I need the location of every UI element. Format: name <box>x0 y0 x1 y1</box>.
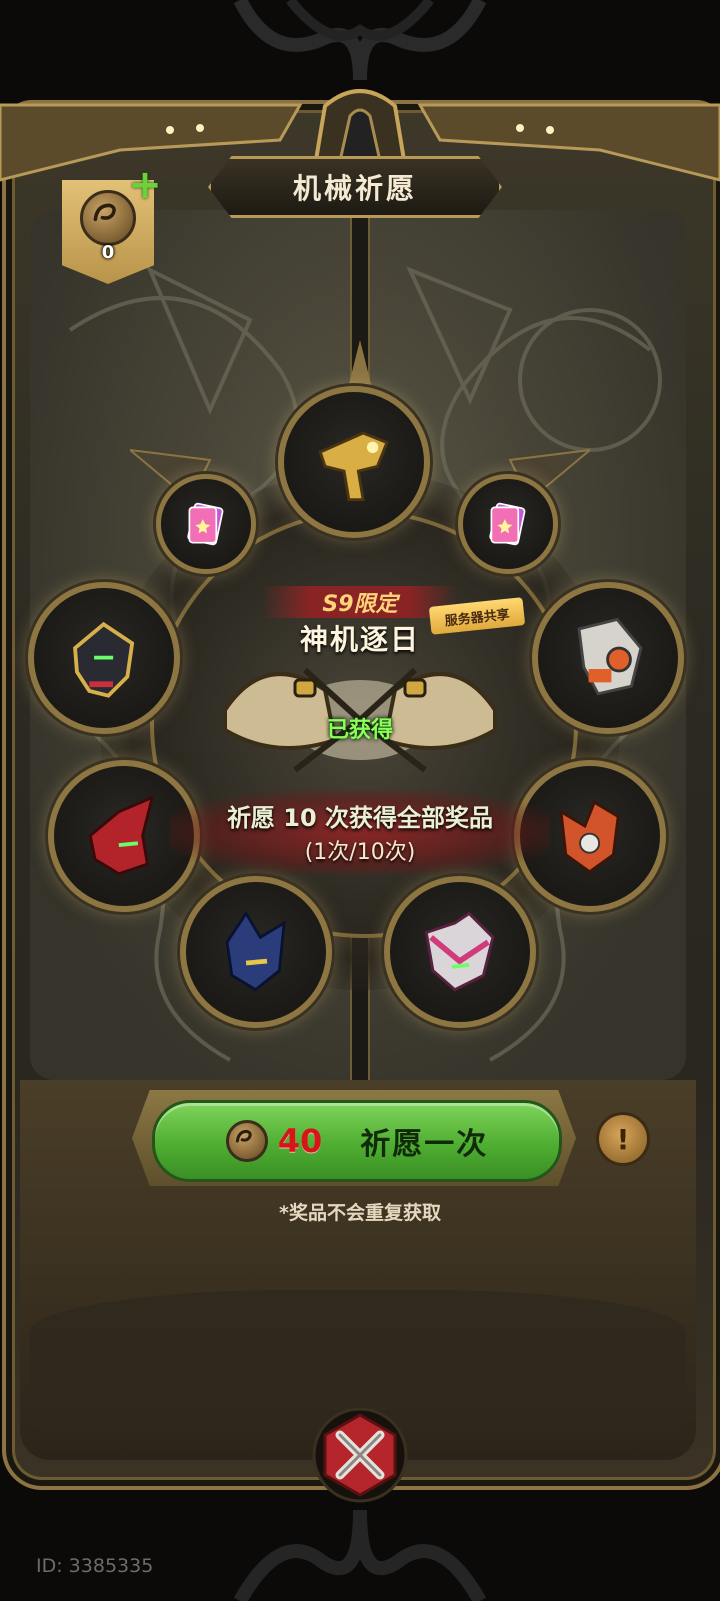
blue-mech-icon <box>225 911 287 992</box>
pray-once-button[interactable]: 40 祈愿一次 <box>152 1100 562 1182</box>
info-button[interactable]: ! <box>596 1112 650 1166</box>
reward-slot-upper-left[interactable] <box>156 474 256 574</box>
black-gold-mech-icon <box>73 622 135 699</box>
server-shared-label: 服务器共享 <box>444 607 511 629</box>
ticket-icon <box>489 502 526 546</box>
ticket-icon <box>187 502 224 546</box>
reward-slot-bottom-right[interactable] <box>384 876 536 1028</box>
pray-cost: 40 <box>277 1122 323 1160</box>
limited-badge-label: S9限定 <box>322 592 398 617</box>
no-duplicate-note: *奖品不会重复获取 <box>279 1202 441 1224</box>
obtained-label: 已获得 <box>326 718 393 743</box>
red-mech-icon <box>89 795 155 876</box>
plus-icon[interactable]: + <box>128 165 162 205</box>
progress-count: (1次/10次) <box>304 840 416 865</box>
pray-button-label: 祈愿一次 <box>360 1127 489 1162</box>
reward-slot-right[interactable] <box>532 582 684 734</box>
gold-mech-icon <box>318 431 390 502</box>
pink-mech-icon <box>425 912 495 992</box>
page-title: 机械祈愿 <box>292 172 417 205</box>
title-plate: 机械祈愿 <box>208 156 502 218</box>
player-id: ID: 3385335 <box>36 1555 154 1577</box>
reward-slot-left[interactable] <box>28 582 180 734</box>
progress-description: 祈愿 10 次获得全部奖品 <box>226 804 494 832</box>
close-button[interactable] <box>310 1405 410 1505</box>
reward-slot-upper-right[interactable] <box>458 474 558 574</box>
prayer-coin-icon <box>225 1120 268 1162</box>
white-orange-mech-icon <box>577 618 643 696</box>
currency-value: 0 <box>101 242 115 263</box>
reward-slot-top[interactable] <box>278 386 430 538</box>
reward-slot-bottom-left[interactable] <box>180 876 332 1028</box>
